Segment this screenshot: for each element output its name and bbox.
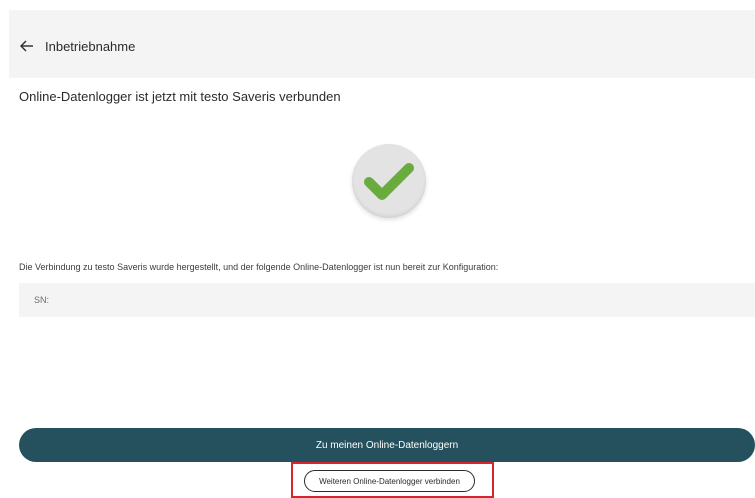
page: Inbetriebnahme Online-Datenlogger ist je… [0, 0, 755, 498]
arrow-left-icon[interactable] [19, 38, 35, 54]
serial-number-label: SN: [34, 295, 50, 305]
page-title: Inbetriebnahme [45, 38, 136, 54]
serial-number-field: SN: [19, 283, 755, 317]
header-bar: Inbetriebnahme [9, 10, 755, 78]
checkmark-icon [364, 163, 414, 200]
connection-info-text: Die Verbindung zu testo Saveris wurde he… [19, 262, 499, 272]
connect-another-datalogger-button[interactable]: Weiteren Online-Datenlogger verbinden [304, 470, 475, 492]
my-dataloggers-button[interactable]: Zu meinen Online-Datenloggern [19, 428, 755, 462]
success-badge [352, 144, 426, 218]
success-headline: Online-Datenlogger ist jetzt mit testo S… [19, 89, 341, 104]
